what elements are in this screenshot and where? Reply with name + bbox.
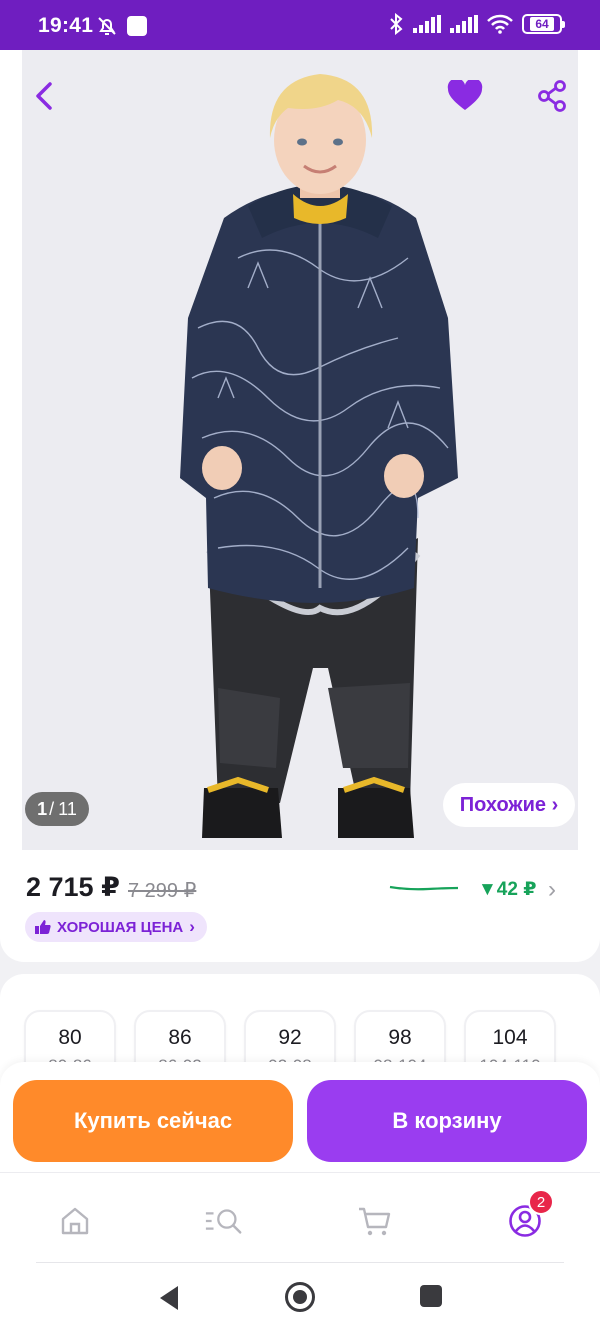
nav-catalog[interactable] <box>204 1201 244 1241</box>
system-nav <box>0 1262 600 1332</box>
product-gallery[interactable]: 1 / 11 Похожие › <box>0 50 600 850</box>
chevron-right-icon: › <box>189 917 195 936</box>
chevron-left-icon <box>36 82 52 110</box>
size-value: 92 <box>278 1026 302 1049</box>
signal-icon <box>450 15 478 33</box>
good-price-badge[interactable]: ХОРОШАЯ ЦЕНА › <box>25 912 207 942</box>
image-counter-separator: / <box>49 798 55 819</box>
price-history-chevron-icon[interactable]: › <box>548 876 556 904</box>
size-value: 98 <box>388 1026 412 1049</box>
bluetooth-icon <box>390 13 403 35</box>
thumbs-up-icon <box>35 920 51 934</box>
size-value: 80 <box>58 1026 82 1049</box>
favorite-button[interactable] <box>445 76 485 116</box>
share-button[interactable] <box>532 76 572 116</box>
nav-cart[interactable] <box>355 1201 395 1241</box>
good-price-label: ХОРОШАЯ ЦЕНА <box>57 918 184 936</box>
cart-icon <box>359 1207 391 1236</box>
wifi-icon <box>487 14 513 34</box>
heart-icon <box>447 80 483 110</box>
status-time: 19:41 <box>38 14 94 37</box>
recents-square-icon[interactable] <box>419 1284 443 1308</box>
similar-products-button[interactable]: Похожие › <box>443 783 575 827</box>
size-value: 104 <box>492 1026 528 1049</box>
home-circle-icon[interactable] <box>284 1281 316 1313</box>
buy-now-button[interactable]: Купить сейчас <box>13 1080 293 1162</box>
bottom-nav: 2 <box>0 1172 600 1262</box>
product-page: 19:41 64 1 / 11 Похожие › 2 715 ₽ 7 299 … <box>0 0 600 1332</box>
nav-home[interactable] <box>55 1201 95 1241</box>
image-counter-total: 11 <box>58 798 77 819</box>
home-icon <box>61 1207 89 1235</box>
image-counter: 1 / 11 <box>25 792 89 826</box>
current-price: 2 715 ₽ <box>26 872 120 902</box>
battery-level: 64 <box>530 17 554 31</box>
price-card: 2 715 ₽ 7 299 ₽ ▼42 ₽ › ХОРОШАЯ ЦЕНА › <box>0 850 600 962</box>
status-right-icons: 64 <box>388 13 565 35</box>
back-button[interactable] <box>24 76 64 116</box>
purchase-actions: Купить сейчас В корзину <box>0 1062 600 1172</box>
square-icon <box>127 16 147 36</box>
bell-off-icon <box>98 17 116 35</box>
price-history-sparkline[interactable] <box>388 878 460 894</box>
product-photo[interactable] <box>178 68 462 854</box>
share-icon <box>538 80 566 112</box>
profile-notification-badge: 2 <box>528 1189 554 1215</box>
catalog-search-icon <box>205 1209 242 1234</box>
divider <box>36 1262 564 1263</box>
image-counter-current: 1 <box>37 798 48 819</box>
status-bar: 19:41 64 <box>0 0 600 50</box>
status-left-icons <box>95 14 147 38</box>
old-price: 7 299 ₽ <box>128 880 197 902</box>
price-drop: ▼42 ₽ <box>478 879 537 900</box>
add-to-cart-button[interactable]: В корзину <box>307 1080 587 1162</box>
size-value: 86 <box>168 1026 192 1049</box>
back-triangle-icon[interactable] <box>156 1284 182 1312</box>
signal-icon <box>413 15 441 33</box>
battery-icon: 64 <box>522 14 565 34</box>
